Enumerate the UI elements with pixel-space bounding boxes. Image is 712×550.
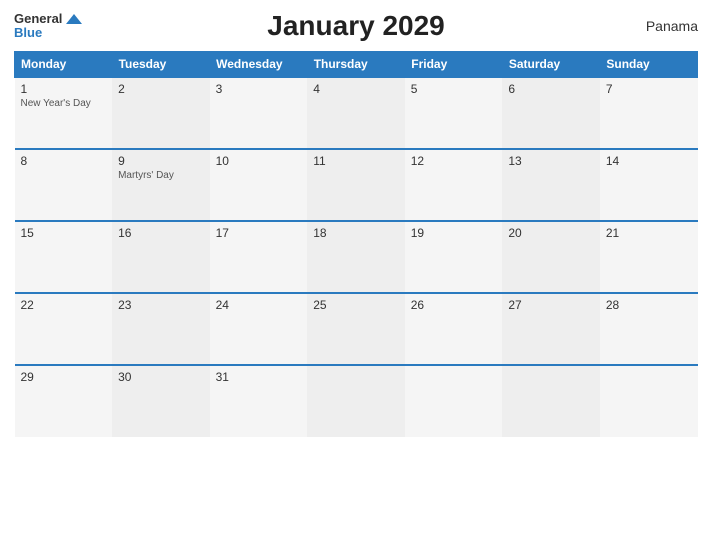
- logo-general-text: General: [14, 12, 62, 26]
- day-number: 11: [313, 154, 399, 168]
- day-number: 30: [118, 370, 204, 384]
- day-number: 4: [313, 82, 399, 96]
- day-event: Martyrs' Day: [118, 170, 204, 181]
- day-cell: 1 New Year's Day: [15, 77, 113, 149]
- header-tuesday: Tuesday: [112, 51, 210, 77]
- header-wednesday: Wednesday: [210, 51, 308, 77]
- day-cell: 7: [600, 77, 698, 149]
- day-number: 13: [508, 154, 594, 168]
- day-cell: 11: [307, 149, 405, 221]
- day-number: 12: [411, 154, 497, 168]
- day-number: 3: [216, 82, 302, 96]
- day-cell: 6: [502, 77, 600, 149]
- day-cell: 15: [15, 221, 113, 293]
- day-cell: 27: [502, 293, 600, 365]
- day-number: 15: [21, 226, 107, 240]
- calendar-country: Panama: [646, 18, 698, 34]
- day-number: 18: [313, 226, 399, 240]
- day-cell: 16: [112, 221, 210, 293]
- calendar-header: General Blue January 2029 Panama: [14, 12, 698, 41]
- header-saturday: Saturday: [502, 51, 600, 77]
- day-number: 29: [21, 370, 107, 384]
- day-number: 27: [508, 298, 594, 312]
- day-cell: 8: [15, 149, 113, 221]
- week-row-2: 89 Martyrs' Day 10 11 12 13 14: [15, 149, 698, 221]
- logo-icon: [64, 12, 84, 26]
- header-friday: Friday: [405, 51, 503, 77]
- header-thursday: Thursday: [307, 51, 405, 77]
- day-number: 26: [411, 298, 497, 312]
- day-number: 10: [216, 154, 302, 168]
- day-cell: [600, 365, 698, 437]
- day-cell: 24: [210, 293, 308, 365]
- day-number: 25: [313, 298, 399, 312]
- day-number: 23: [118, 298, 204, 312]
- day-cell: [502, 365, 600, 437]
- day-number: 19: [411, 226, 497, 240]
- day-cell: 23: [112, 293, 210, 365]
- day-number: 1: [21, 82, 107, 96]
- day-number: 2: [118, 82, 204, 96]
- logo-blue-text: Blue: [14, 26, 42, 40]
- day-number: 20: [508, 226, 594, 240]
- day-cell: [307, 365, 405, 437]
- day-cell: [405, 365, 503, 437]
- day-cell: 9 Martyrs' Day: [112, 149, 210, 221]
- day-cell: 25: [307, 293, 405, 365]
- day-cell: 18: [307, 221, 405, 293]
- day-cell: 4: [307, 77, 405, 149]
- header-sunday: Sunday: [600, 51, 698, 77]
- day-number: 21: [606, 226, 692, 240]
- day-cell: 3: [210, 77, 308, 149]
- day-cell: 14: [600, 149, 698, 221]
- day-cell: 12: [405, 149, 503, 221]
- day-number: 16: [118, 226, 204, 240]
- day-cell: 5: [405, 77, 503, 149]
- day-number: 6: [508, 82, 594, 96]
- day-cell: 2: [112, 77, 210, 149]
- logo: General Blue: [14, 12, 84, 41]
- day-event: New Year's Day: [21, 98, 107, 109]
- day-cell: 17: [210, 221, 308, 293]
- day-cell: 22: [15, 293, 113, 365]
- day-cell: 28: [600, 293, 698, 365]
- day-cell: 13: [502, 149, 600, 221]
- calendar-title: January 2029: [267, 10, 444, 42]
- day-number: 24: [216, 298, 302, 312]
- day-number: 7: [606, 82, 692, 96]
- week-row-1: 1 New Year's Day 234567: [15, 77, 698, 149]
- day-cell: 21: [600, 221, 698, 293]
- day-cell: 31: [210, 365, 308, 437]
- week-row-5: 29 30 31: [15, 365, 698, 437]
- day-number: 5: [411, 82, 497, 96]
- day-cell: 20: [502, 221, 600, 293]
- day-number: 22: [21, 298, 107, 312]
- day-cell: 29: [15, 365, 113, 437]
- week-row-3: 15 16 17 18 19 20 21: [15, 221, 698, 293]
- week-row-4: 22 23 24 25 26 27 28: [15, 293, 698, 365]
- day-number: 14: [606, 154, 692, 168]
- calendar-table: Monday Tuesday Wednesday Thursday Friday…: [14, 51, 698, 437]
- day-cell: 10: [210, 149, 308, 221]
- day-number: 28: [606, 298, 692, 312]
- calendar-container: General Blue January 2029 Panama Monday …: [0, 0, 712, 550]
- day-number: 31: [216, 370, 302, 384]
- day-number: 9: [118, 154, 204, 168]
- day-cell: 26: [405, 293, 503, 365]
- day-cell: 19: [405, 221, 503, 293]
- day-number: 8: [21, 154, 107, 168]
- header-monday: Monday: [15, 51, 113, 77]
- day-number: 17: [216, 226, 302, 240]
- day-cell: 30: [112, 365, 210, 437]
- days-header-row: Monday Tuesday Wednesday Thursday Friday…: [15, 51, 698, 77]
